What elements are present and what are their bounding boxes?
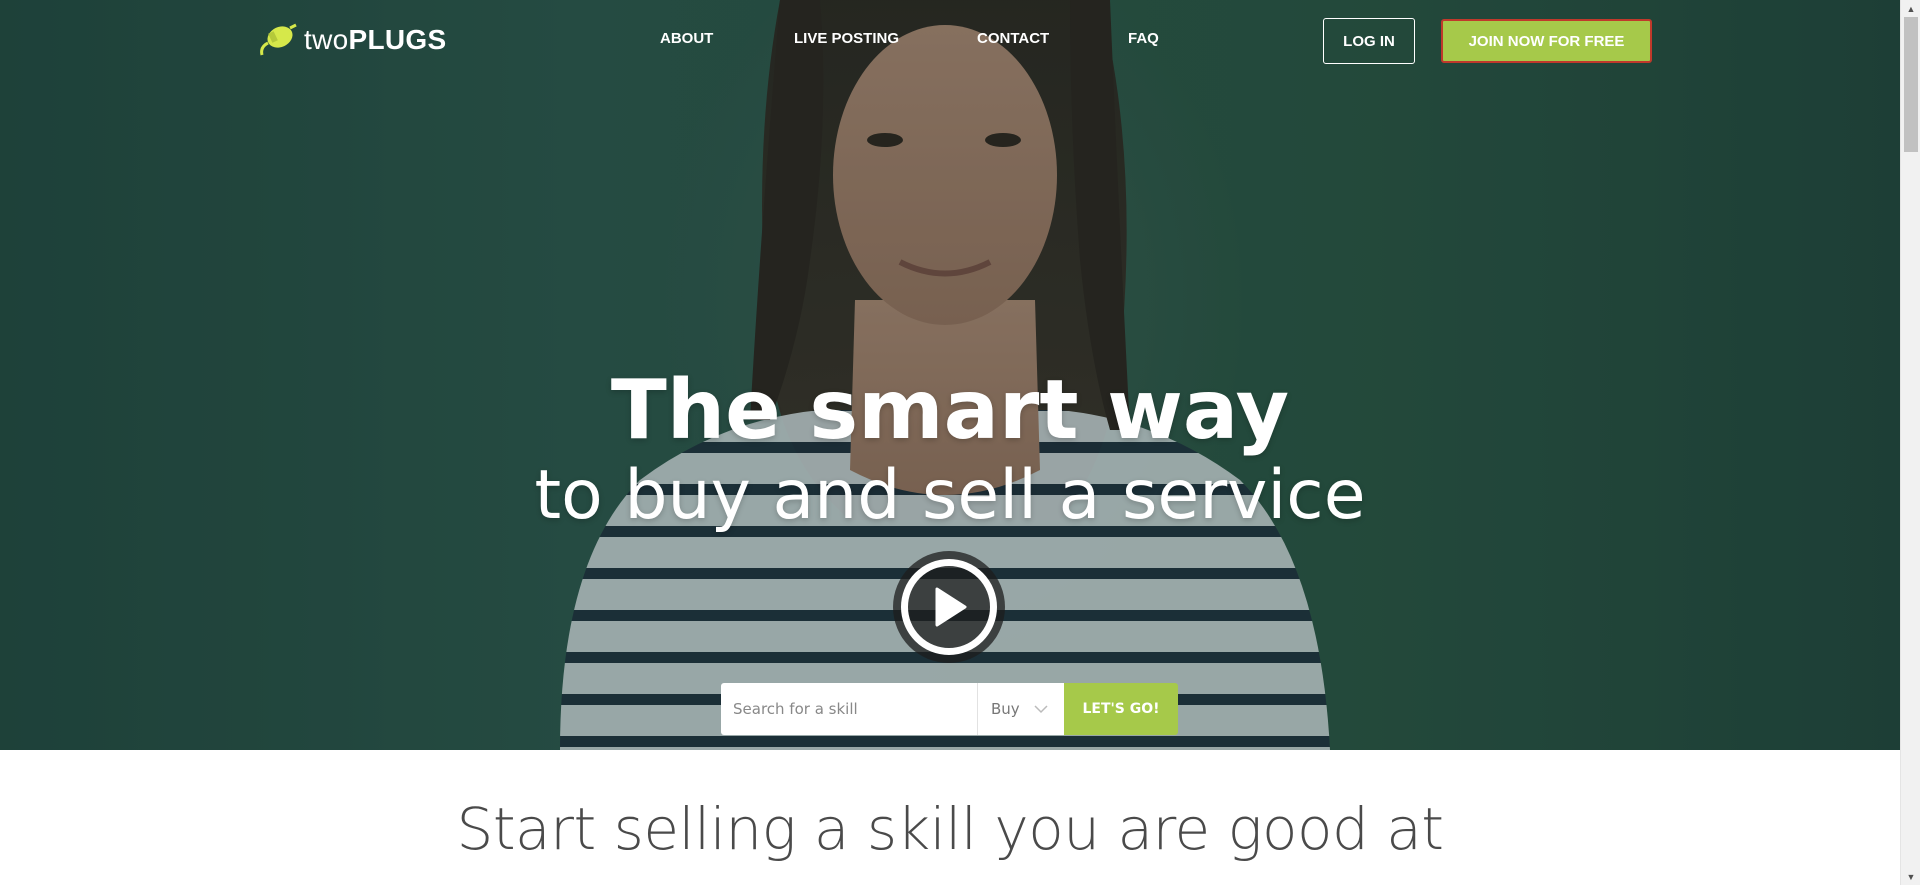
hero-subheadline: to buy and sell a service <box>534 456 1366 535</box>
section-title: Start selling a skill you are good at <box>456 795 1444 863</box>
chevron-down-icon <box>1034 705 1048 714</box>
buy-sell-select-value: Buy <box>991 700 1020 718</box>
nav-link-faq[interactable]: FAQ <box>1128 30 1159 47</box>
hero-headline: The smart way <box>610 363 1290 458</box>
scroll-up-arrow-icon[interactable]: ▲ <box>1901 0 1920 17</box>
plug-logo-icon <box>260 23 297 56</box>
buy-sell-select[interactable]: Buy <box>977 683 1064 735</box>
search-submit-button[interactable]: LET'S GO! <box>1064 683 1178 735</box>
nav-link-live-posting[interactable]: LIVE POSTING <box>794 30 899 47</box>
top-navigation: twoPLUGS ABOUT LIVE POSTING CONTACT FAQ … <box>0 0 1900 82</box>
login-button[interactable]: LOG IN <box>1323 18 1415 64</box>
scroll-down-arrow-icon[interactable]: ▼ <box>1901 868 1920 885</box>
nav-link-about[interactable]: ABOUT <box>660 30 713 47</box>
play-icon <box>935 587 967 627</box>
hero-section: twoPLUGS ABOUT LIVE POSTING CONTACT FAQ … <box>0 0 1900 750</box>
skill-search-input[interactable] <box>721 683 977 735</box>
logo[interactable]: twoPLUGS <box>256 22 446 58</box>
play-video-button[interactable] <box>893 551 1005 663</box>
page-scrollbar[interactable]: ▲ ▼ <box>1900 0 1920 885</box>
join-now-button[interactable]: JOIN NOW FOR FREE <box>1441 19 1652 63</box>
logo-text: twoPLUGS <box>304 24 447 55</box>
nav-link-contact[interactable]: CONTACT <box>977 30 1049 47</box>
scrollbar-thumb[interactable] <box>1904 17 1918 152</box>
skill-search-bar: Buy LET'S GO! <box>721 683 1178 735</box>
